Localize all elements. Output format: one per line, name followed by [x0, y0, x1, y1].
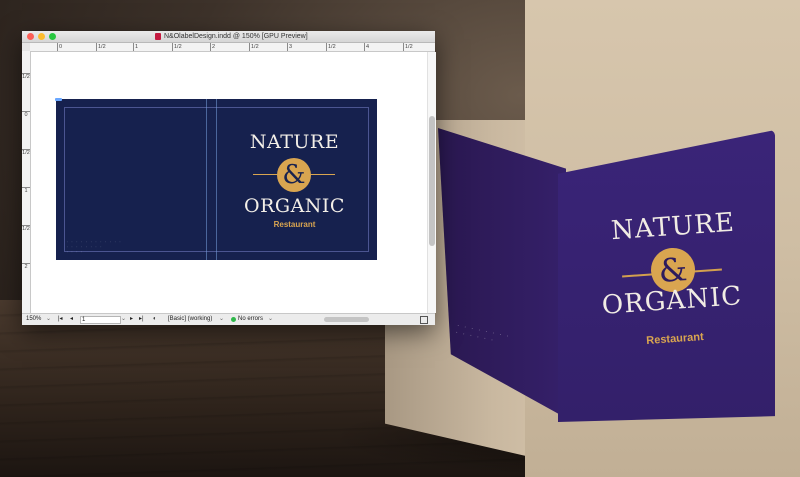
- ruler-label: 0: [22, 111, 30, 118]
- ruler-label: 0: [57, 43, 63, 51]
- preflight-menu-icon[interactable]: ⌄: [268, 314, 273, 325]
- design-ampersand-badge[interactable]: &: [277, 158, 311, 192]
- preflight-errors[interactable]: No errors: [238, 314, 263, 325]
- zoom-dropdown-icon[interactable]: ⌄: [46, 314, 51, 325]
- ruler-label: 2: [22, 263, 30, 270]
- ruler-label: 1/2: [22, 149, 30, 156]
- ruler-label: 1/2: [22, 225, 30, 232]
- ruler-label: 1/2: [403, 43, 413, 51]
- first-page-button[interactable]: |◂: [58, 314, 63, 325]
- ruler-label: 1/2: [96, 43, 106, 51]
- ruler-label: 1/2: [326, 43, 336, 51]
- view-options-icon[interactable]: [420, 316, 428, 324]
- page-dropdown-icon[interactable]: ⌄: [121, 314, 126, 325]
- preflight-status-icon: [231, 317, 236, 322]
- frame-selection-handle[interactable]: [55, 98, 62, 101]
- ruler-label: 2: [210, 43, 216, 51]
- ruler-label: 3: [287, 43, 293, 51]
- zoom-window-button[interactable]: [49, 33, 56, 40]
- horizontal-scroll-thumb[interactable]: [324, 317, 369, 322]
- design-title-nature[interactable]: NATURE: [247, 131, 342, 153]
- ruler-label: 1: [133, 43, 139, 51]
- open-page-icon[interactable]: ◐: [153, 314, 157, 325]
- preflight-profile-dropdown-icon[interactable]: ⌄: [219, 314, 224, 325]
- vertical-scrollbar[interactable]: [427, 52, 436, 313]
- ruler-label: 4: [364, 43, 370, 51]
- design-title-organic[interactable]: ORGANIC: [242, 195, 347, 217]
- close-window-button[interactable]: [27, 33, 34, 40]
- previous-page-button[interactable]: ◂: [70, 314, 73, 325]
- next-page-button[interactable]: ▸: [130, 314, 133, 325]
- design-tagline[interactable]: Restaurant: [262, 220, 327, 229]
- ruler-label: 1/2: [249, 43, 259, 51]
- last-page-button[interactable]: ▸|: [139, 314, 144, 325]
- title-bar[interactable]: N&OlabelDesign.indd @ 150% [GPU Preview]: [22, 31, 435, 43]
- ruler-label: 1/2: [22, 73, 30, 80]
- fold-guide: [206, 99, 207, 260]
- vertical-ruler[interactable]: 1/2 0 1/2 1 1/2 2: [22, 51, 31, 313]
- status-bar: 150% ⌄ |◂ ◂ 1 ⌄ ▸ ▸| ◐ [Basic] (working)…: [22, 313, 435, 325]
- preflight-profile[interactable]: [Basic] (working): [168, 314, 212, 325]
- vertical-scroll-thumb[interactable]: [429, 116, 435, 246]
- indesign-document-icon: [155, 33, 161, 40]
- zoom-level[interactable]: 150%: [26, 314, 41, 325]
- fold-guide: [216, 99, 217, 260]
- minimize-window-button[interactable]: [38, 33, 45, 40]
- label-spread[interactable]: [56, 99, 377, 260]
- window-title: N&OlabelDesign.indd @ 150% [GPU Preview]: [164, 33, 308, 40]
- ruler-label: 1: [22, 187, 30, 194]
- design-fine-print[interactable]: · · · · · · · · · · · · · · · · · · · · · …: [66, 241, 136, 256]
- horizontal-ruler[interactable]: 0 1/2 1 1/2 2 1/2 3 1/2 4 1/2: [30, 43, 435, 52]
- page-number-field[interactable]: 1: [80, 316, 121, 324]
- document-window[interactable]: N&OlabelDesign.indd @ 150% [GPU Preview]…: [22, 31, 436, 325]
- ruler-label: 1/2: [172, 43, 182, 51]
